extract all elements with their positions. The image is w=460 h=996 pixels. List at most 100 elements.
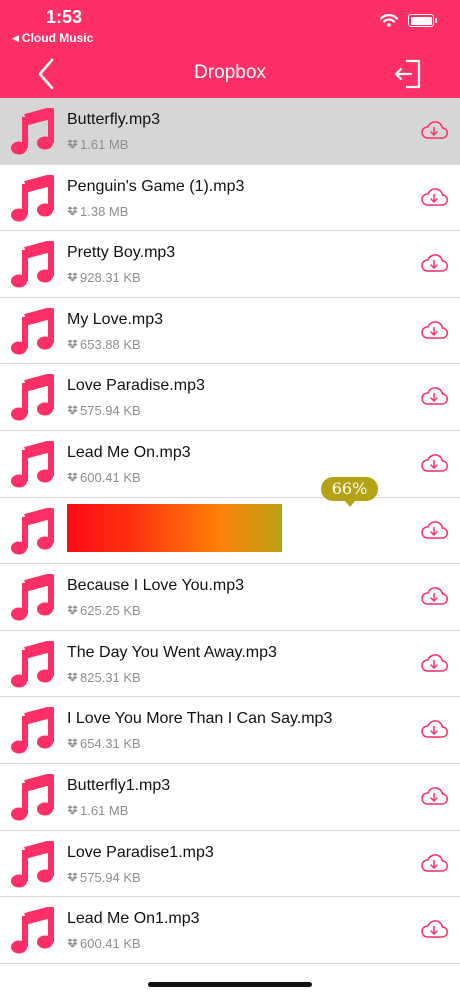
file-name: I Love You More Than I Can Say.mp3 bbox=[67, 710, 333, 728]
file-name: Love Paradise1.mp3 bbox=[67, 843, 214, 861]
dropbox-icon bbox=[67, 403, 78, 418]
music-note-icon bbox=[11, 240, 55, 289]
file-row[interactable]: The Day You Went Away.mp3 825.31 KB bbox=[0, 630, 460, 698]
file-row[interactable]: I Love You More Than I Can Say.mp3 654.31… bbox=[0, 697, 460, 764]
file-size: 1.38 MB bbox=[67, 204, 128, 219]
dropbox-icon bbox=[67, 670, 78, 685]
cloud-download-icon[interactable] bbox=[420, 119, 448, 141]
file-list: Butterfly.mp3 1.61 MB Penguin's Game (1).m… bbox=[0, 98, 460, 964]
music-note-icon bbox=[11, 373, 55, 422]
file-size: 600.41 KB bbox=[67, 470, 141, 485]
file-size: 1.61 MB bbox=[67, 137, 128, 152]
file-name: Butterfly1.mp3 bbox=[67, 776, 171, 794]
cloud-download-icon[interactable] bbox=[420, 652, 448, 674]
file-row[interactable]: Lead Me On1.mp3 600.41 KB bbox=[0, 897, 460, 964]
file-size: 600.41 KB bbox=[67, 936, 141, 951]
file-row[interactable]: 66% bbox=[0, 476, 460, 565]
music-note-icon bbox=[11, 906, 55, 955]
app-header: 1:53 ◀ Cloud Music Dropbox bbox=[0, 0, 460, 98]
music-note-icon bbox=[11, 439, 55, 489]
back-to-app-link[interactable]: ◀ Cloud Music bbox=[12, 31, 93, 45]
file-size-text: 625.25 KB bbox=[80, 603, 141, 619]
file-name: Pretty Boy.mp3 bbox=[67, 244, 176, 262]
music-note-icon bbox=[11, 772, 55, 822]
file-name: Because I Love You.mp3 bbox=[67, 577, 245, 595]
music-note-icon bbox=[11, 506, 55, 556]
dropbox-icon bbox=[67, 137, 78, 152]
wifi-icon bbox=[380, 14, 398, 27]
cloud-download-icon[interactable] bbox=[420, 385, 448, 407]
file-row[interactable]: Penguin's Game (1).mp3 1.38 MB bbox=[0, 164, 460, 232]
file-name: Lead Me On.mp3 bbox=[67, 443, 191, 461]
file-size: 653.88 KB bbox=[67, 337, 141, 352]
file-size: 654.31 KB bbox=[67, 736, 141, 751]
dropbox-icon bbox=[67, 603, 78, 618]
dropbox-icon bbox=[67, 270, 78, 285]
music-note-icon bbox=[11, 839, 55, 889]
back-triangle-icon: ◀ bbox=[12, 32, 19, 43]
dropbox-icon bbox=[67, 470, 78, 485]
cloud-download-icon[interactable] bbox=[420, 252, 448, 274]
file-size-text: 653.88 KB bbox=[80, 336, 141, 352]
file-name: My Love.mp3 bbox=[67, 310, 164, 328]
progress-percent-label: 66% bbox=[321, 476, 378, 507]
cloud-download-icon[interactable] bbox=[420, 585, 448, 607]
file-row[interactable]: Love Paradise.mp3 575.94 KB bbox=[0, 364, 460, 431]
file-row[interactable]: My Love.mp3 653.88 KB bbox=[0, 297, 460, 365]
cloud-download-icon[interactable] bbox=[420, 718, 448, 740]
dropbox-icon bbox=[67, 337, 78, 352]
file-size-text: 1.61 MB bbox=[80, 802, 129, 818]
dropbox-icon bbox=[67, 936, 78, 951]
file-size: 575.94 KB bbox=[67, 403, 141, 418]
file-row[interactable]: Lead Me On.mp3 600.41 KB bbox=[0, 430, 460, 498]
music-note-icon bbox=[11, 306, 55, 356]
file-size-text: 600.41 KB bbox=[80, 469, 141, 485]
cloud-download-icon[interactable] bbox=[420, 186, 448, 208]
logout-icon[interactable] bbox=[394, 58, 424, 90]
music-note-icon bbox=[11, 639, 55, 689]
music-note-icon bbox=[11, 706, 55, 755]
music-note-icon bbox=[11, 173, 55, 223]
dropbox-icon bbox=[67, 204, 78, 219]
file-name: Lead Me On1.mp3 bbox=[67, 910, 200, 928]
download-progress-bar: 66% bbox=[67, 476, 378, 552]
file-size-text: 654.31 KB bbox=[80, 736, 141, 752]
file-row[interactable]: Because I Love You.mp3 625.25 KB bbox=[0, 564, 460, 631]
file-size: 825.31 KB bbox=[67, 670, 141, 685]
page-title: Dropbox bbox=[194, 62, 266, 83]
file-row[interactable]: Love Paradise1.mp3 575.94 KB bbox=[0, 830, 460, 898]
dropbox-icon bbox=[67, 803, 78, 818]
file-size: 625.25 KB bbox=[67, 603, 141, 618]
dropbox-icon bbox=[67, 870, 78, 885]
back-app-label: Cloud Music bbox=[21, 31, 94, 45]
file-size-text: 575.94 KB bbox=[80, 403, 141, 419]
file-size-text: 825.31 KB bbox=[80, 669, 141, 685]
status-time: 1:53 bbox=[46, 7, 83, 27]
file-size: 1.61 MB bbox=[67, 803, 128, 818]
cloud-download-icon[interactable] bbox=[420, 785, 448, 807]
file-size: 575.94 KB bbox=[67, 870, 141, 885]
cloud-download-icon[interactable] bbox=[420, 519, 448, 541]
file-name: Penguin's Game (1).mp3 bbox=[67, 177, 245, 195]
cloud-download-icon[interactable] bbox=[420, 319, 448, 341]
file-row[interactable]: Butterfly.mp3 1.61 MB bbox=[0, 98, 460, 165]
file-size-text: 928.31 KB bbox=[80, 270, 141, 286]
cloud-download-icon[interactable] bbox=[420, 452, 448, 474]
battery-icon bbox=[408, 14, 437, 27]
file-name: Love Paradise.mp3 bbox=[67, 377, 205, 395]
file-size-text: 1.38 MB bbox=[80, 203, 129, 219]
file-size-text: 1.61 MB bbox=[80, 137, 129, 152]
file-name: Butterfly.mp3 bbox=[67, 111, 161, 128]
music-note-icon bbox=[11, 107, 55, 156]
dropbox-icon bbox=[67, 736, 78, 751]
file-size-text: 600.41 KB bbox=[80, 936, 141, 952]
file-size-text: 575.94 KB bbox=[80, 869, 141, 885]
home-indicator bbox=[148, 982, 312, 987]
cloud-download-icon[interactable] bbox=[420, 918, 448, 940]
file-size: 928.31 KB bbox=[67, 270, 141, 285]
file-row[interactable]: Pretty Boy.mp3 928.31 KB bbox=[0, 231, 460, 298]
file-row[interactable]: Butterfly1.mp3 1.61 MB bbox=[0, 763, 460, 831]
music-note-icon bbox=[11, 573, 55, 622]
file-name: The Day You Went Away.mp3 bbox=[67, 643, 277, 661]
cloud-download-icon[interactable] bbox=[420, 852, 448, 874]
